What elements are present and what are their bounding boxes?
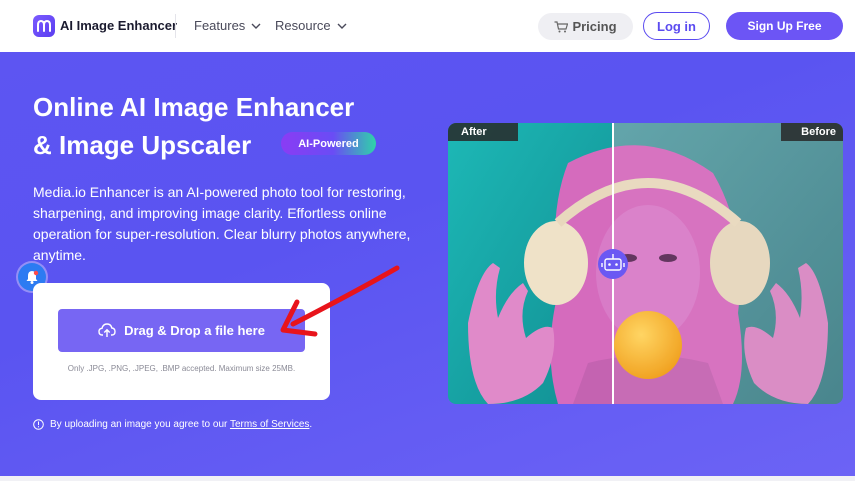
pricing-label: Pricing	[572, 19, 617, 34]
media-io-logo-icon[interactable]	[33, 15, 55, 37]
terms-text: By uploading an image you agree to our	[50, 419, 228, 430]
before-after-comparison[interactable]: After Before	[448, 123, 843, 404]
site-header: AI Image Enhancer Features Resource Pric…	[0, 0, 855, 52]
signup-button[interactable]: Sign Up Free	[726, 12, 843, 40]
nav-resource-label: Resource	[275, 18, 331, 33]
info-icon	[33, 419, 44, 430]
portrait-comparison-image	[448, 123, 843, 404]
nav-features[interactable]: Features	[194, 18, 261, 33]
hero-section: Online AI Image Enhancer & Image Upscale…	[0, 52, 855, 476]
pricing-button[interactable]: Pricing	[538, 13, 633, 40]
upload-format-note: Only .JPG, .PNG, .JPEG, .BMP accepted. M…	[67, 364, 296, 373]
title-line-1: Online AI Image Enhancer	[33, 92, 355, 122]
cloud-upload-icon	[98, 323, 116, 337]
nav-resource[interactable]: Resource	[275, 18, 347, 33]
terms-notice: By uploading an image you agree to our T…	[33, 419, 312, 430]
chevron-down-icon	[337, 23, 347, 29]
terms-end: .	[309, 419, 313, 430]
logo-text[interactable]: AI Image Enhancer	[60, 18, 177, 33]
section-bottom-edge	[0, 476, 855, 481]
login-button[interactable]: Log in	[643, 12, 710, 40]
after-label: After	[448, 123, 518, 141]
before-label: Before	[781, 123, 843, 141]
nav-features-label: Features	[194, 18, 246, 33]
header-divider	[175, 14, 176, 38]
cart-icon	[554, 20, 569, 32]
ai-powered-badge: AI-Powered	[281, 132, 376, 155]
terms-of-services-link[interactable]: Terms of Services	[230, 419, 309, 430]
chevron-down-icon	[251, 23, 261, 29]
drag-drop-label: Drag & Drop a file here	[124, 323, 265, 338]
upload-card[interactable]: Drag & Drop a file here Only .JPG, .PNG,…	[33, 283, 330, 400]
hero-description: Media.io Enhancer is an AI-powered photo…	[33, 184, 411, 263]
drag-drop-upload-button[interactable]: Drag & Drop a file here	[58, 309, 305, 352]
